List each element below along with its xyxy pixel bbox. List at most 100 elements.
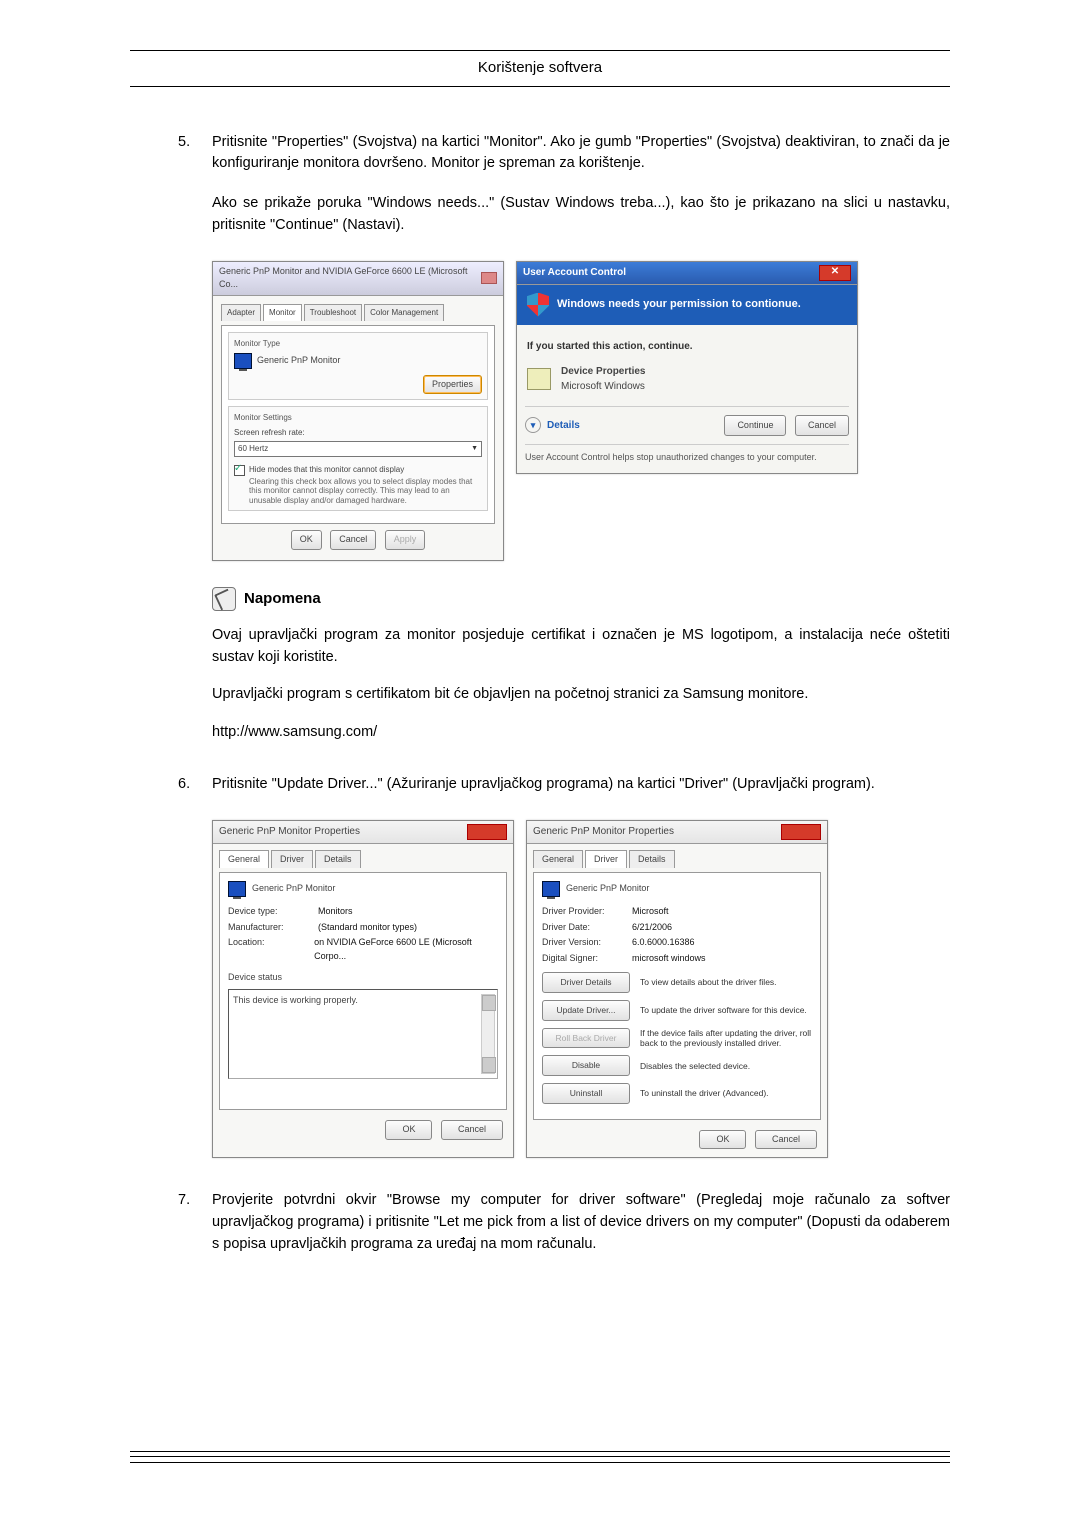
tab-color-management[interactable]: Color Management [364,304,444,321]
uac-headline: Windows needs your permission to contion… [557,296,801,313]
step-number: 5. [178,132,212,154]
hide-modes-label: Hide modes that this monitor cannot disp… [249,465,482,475]
chevron-down-icon: ▼ [471,444,478,455]
monitor-name: Generic PnP Monitor [566,882,649,896]
close-icon[interactable] [467,824,507,840]
ok-button[interactable]: OK [699,1130,746,1150]
kv-key: Driver Version: [542,936,632,950]
kv-val: Monitors [318,905,353,919]
monitor-icon [228,881,246,897]
update-driver-button[interactable]: Update Driver... [542,1000,630,1021]
apply-button[interactable]: Apply [385,530,426,550]
page-title: Korištenje softvera [130,57,950,86]
step-number: 6. [178,774,212,796]
scrollbar[interactable] [481,994,495,1074]
note-url: http://www.samsung.com/ [212,722,950,744]
note-heading: Napomena [244,588,321,611]
refresh-rate-label: Screen refresh rate: [234,427,482,439]
hide-modes-desc: Clearing this check box allows you to se… [249,477,482,506]
note-icon [212,587,236,611]
uac-details-toggle[interactable]: ▾ Details [525,417,580,433]
disable-button[interactable]: Disable [542,1055,630,1076]
step-5: 5. Pritisnite "Properties" (Svojstva) na… [178,132,950,255]
kv-key: Device type: [228,905,318,919]
close-icon[interactable] [481,272,497,284]
tab-details[interactable]: Details [629,850,675,869]
cancel-button[interactable]: Cancel [441,1120,503,1140]
ok-button[interactable]: OK [291,530,322,550]
rollback-driver-desc: If the device fails after updating the d… [640,1028,812,1048]
kv-val: microsoft windows [632,952,706,966]
monitor-settings-label: Monitor Settings [234,412,482,424]
disable-desc: Disables the selected device. [640,1061,812,1071]
properties-button[interactable]: Properties [423,375,482,395]
monitor-properties-dialog: Generic PnP Monitor and NVIDIA GeForce 6… [212,261,504,561]
kv-val: on NVIDIA GeForce 6600 LE (Microsoft Cor… [314,936,498,963]
cancel-button[interactable]: Cancel [795,415,849,437]
dialog-title: Generic PnP Monitor Properties [219,824,360,839]
kv-key: Manufacturer: [228,921,318,935]
props-driver-dialog: Generic PnP Monitor Properties General D… [526,820,828,1159]
dialog-title: Generic PnP Monitor Properties [533,824,674,839]
driver-details-desc: To view details about the driver files. [640,977,812,987]
continue-button[interactable]: Continue [724,415,786,437]
step5-para2: Ako se prikaže poruka "Windows needs..."… [212,193,950,237]
uac-title: User Account Control [523,265,626,280]
rollback-driver-button[interactable]: Roll Back Driver [542,1028,630,1049]
tab-details[interactable]: Details [315,850,361,869]
ok-button[interactable]: OK [385,1120,432,1140]
kv-val: Microsoft [632,905,669,919]
tab-driver[interactable]: Driver [585,850,627,869]
device-status-label: Device status [228,971,498,985]
step5-para1: Pritisnite "Properties" (Svojstva) na ka… [212,132,950,176]
cancel-button[interactable]: Cancel [755,1130,817,1150]
step7-text: Provjerite potvrdni okvir "Browse my com… [212,1190,950,1255]
close-icon[interactable] [781,824,821,840]
chevron-down-icon: ▾ [525,417,541,433]
kv-key: Location: [228,936,314,963]
tab-troubleshoot[interactable]: Troubleshoot [304,304,362,321]
note-block: Napomena Ovaj upravljački program za mon… [212,587,950,744]
step-number: 7. [178,1190,212,1212]
kv-key: Driver Date: [542,921,632,935]
uac-hint: If you started this action, continue. [527,339,847,354]
monitor-name: Generic PnP Monitor [252,882,335,896]
monitor-name: Generic PnP Monitor [257,354,340,368]
uninstall-button[interactable]: Uninstall [542,1083,630,1104]
kv-key: Digital Signer: [542,952,632,966]
driver-details-button[interactable]: Driver Details [542,972,630,993]
monitor-icon [542,881,560,897]
kv-val: 6.0.6000.16386 [632,936,695,950]
uac-dialog: User Account Control ✕ Windows needs you… [516,261,858,474]
hide-modes-checkbox[interactable] [234,465,245,476]
device-icon [527,368,551,390]
tab-general[interactable]: General [533,850,583,869]
dialog-title: Generic PnP Monitor and NVIDIA GeForce 6… [219,265,481,292]
tab-general[interactable]: General [219,850,269,869]
uac-footer: User Account Control helps stop unauthor… [525,444,849,465]
uninstall-desc: To uninstall the driver (Advanced). [640,1088,812,1098]
kv-key: Driver Provider: [542,905,632,919]
update-driver-desc: To update the driver software for this d… [640,1005,812,1015]
refresh-rate-value: 60 Hertz [238,443,268,455]
device-status-text: This device is working properly. [233,995,358,1005]
note-para1: Ovaj upravljački program za monitor posj… [212,625,950,669]
kv-val: 6/21/2006 [632,921,672,935]
props-general-dialog: Generic PnP Monitor Properties General D… [212,820,514,1159]
close-icon[interactable]: ✕ [819,265,851,281]
tab-monitor[interactable]: Monitor [263,304,302,321]
uac-device-line2: Microsoft Windows [561,379,646,394]
details-label: Details [547,418,580,433]
refresh-rate-select[interactable]: 60 Hertz ▼ [234,441,482,457]
uac-device-line1: Device Properties [561,364,646,379]
monitor-icon [234,353,252,369]
tab-adapter[interactable]: Adapter [221,304,261,321]
step-7: 7. Provjerite potvrdni okvir "Browse my … [178,1190,950,1273]
step6-text: Pritisnite "Update Driver..." (Ažuriranj… [212,774,950,796]
tab-driver[interactable]: Driver [271,850,313,869]
shield-icon [527,293,549,317]
step-6: 6. Pritisnite "Update Driver..." (Ažurir… [178,774,950,814]
note-para2: Upravljački program s certifikatom bit ć… [212,684,950,706]
cancel-button[interactable]: Cancel [330,530,376,550]
monitor-type-label: Monitor Type [234,338,482,350]
